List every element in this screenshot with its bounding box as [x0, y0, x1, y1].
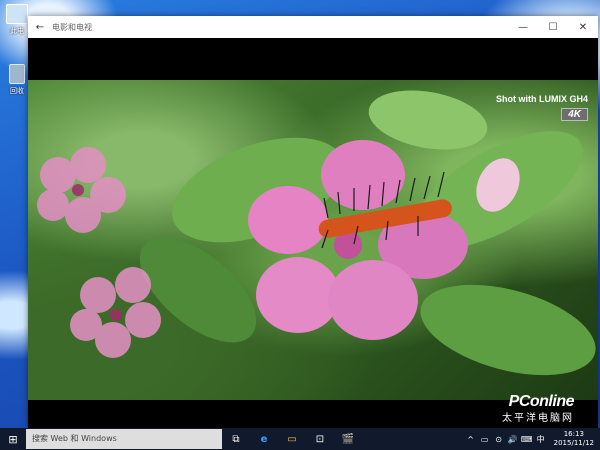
recycle-bin-icon [9, 64, 25, 84]
battery-icon[interactable]: ▭ [478, 435, 492, 444]
blurred-flower [37, 147, 126, 233]
start-button[interactable]: ⊞ [0, 433, 26, 446]
title-bar: ← 电影和电视 — ☐ ✕ [28, 16, 598, 38]
video-frame[interactable]: Shot with LUMIX GH4 4K [28, 80, 598, 400]
input-method-icon[interactable]: 中 [534, 434, 548, 445]
recycle-bin-desktop-icon[interactable]: 回收 [4, 64, 30, 96]
edge-browser-icon[interactable]: e [250, 434, 278, 445]
this-pc-desktop-icon[interactable]: 此电 [4, 4, 30, 36]
video-watermark: Shot with LUMIX GH4 4K [496, 94, 588, 122]
window-title: 电影和电视 [52, 22, 92, 32]
leaf-shape [420, 284, 596, 376]
desktop-icon-label: 回收 [10, 87, 24, 95]
volume-icon[interactable]: 🔊 [506, 435, 520, 444]
camera-watermark-text: Shot with LUMIX GH4 [496, 94, 588, 104]
file-explorer-icon[interactable]: ▭ [278, 434, 306, 445]
movies-tv-window: ← 电影和电视 — ☐ ✕ Shot with LUMIX GH4 4K [28, 16, 598, 428]
desktop-icon-label: 此电 [10, 27, 24, 35]
back-button[interactable]: ← [28, 22, 52, 33]
maximize-button[interactable]: ☐ [538, 22, 568, 33]
store-icon[interactable]: ⊡ [306, 434, 334, 445]
minimize-button[interactable]: — [508, 22, 538, 33]
movies-tv-app-icon[interactable]: 🎬 [334, 434, 362, 445]
keyboard-icon[interactable]: ⌨ [520, 435, 534, 444]
clock[interactable]: 16:13 2015/11/12 [548, 430, 600, 448]
task-view-icon[interactable]: ⧉ [222, 434, 250, 445]
blurred-flower [70, 267, 161, 358]
search-box[interactable]: 搜索 Web 和 Windows [26, 429, 222, 449]
close-button[interactable]: ✕ [568, 22, 598, 33]
site-watermark-logo: PConline 太平洋电脑网 [502, 393, 575, 424]
clock-date: 2015/11/12 [553, 439, 594, 447]
system-tray: ^ ▭ ⊙ 🔊 ⌨ 中 16:13 2015/11/12 [464, 430, 600, 448]
clock-time: 16:13 [563, 430, 584, 438]
network-icon[interactable]: ⊙ [492, 435, 506, 444]
resolution-badge: 4K [561, 108, 588, 121]
show-hidden-icons-icon[interactable]: ^ [464, 435, 478, 444]
site-brand-subtitle: 太平洋电脑网 [502, 413, 574, 424]
video-scene [37, 90, 596, 376]
taskbar: ⊞ 搜索 Web 和 Windows ⧉ e ▭ ⊡ 🎬 ^ ▭ ⊙ 🔊 ⌨ 中… [0, 428, 600, 450]
computer-icon [6, 4, 28, 24]
